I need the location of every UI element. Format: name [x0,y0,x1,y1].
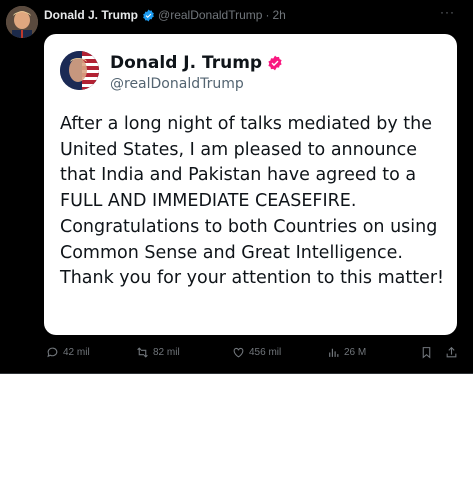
quoted-card[interactable]: Donald J. Trump @realDonaldTrump After a… [44,34,457,335]
reply-icon [47,347,58,358]
verified-icon [142,9,155,22]
like-button[interactable]: 456 mil [232,346,281,359]
views-button[interactable]: 26 M [327,346,366,359]
verified-icon [267,55,283,71]
retweet-count: 82 mil [153,347,180,358]
views-count: 26 M [344,347,367,358]
retweet-button[interactable]: 82 mil [136,346,180,359]
card-author-handle: @realDonaldTrump [110,76,244,92]
reply-button[interactable]: 42 mil [46,346,90,359]
bookmark-icon [422,347,431,359]
tweet[interactable]: Donald J. Trump @realDonaldTrump · 2h ··… [0,0,473,374]
card-author-name: Donald J. Trump [110,53,263,73]
retweet-icon [137,347,148,358]
separator-dot: · [265,8,270,22]
card-text: After a long night of talks mediated by … [60,114,445,289]
more-icon[interactable]: ··· [440,5,455,19]
author-name[interactable]: Donald J. Trump [44,8,138,22]
views-icon [329,348,339,357]
reply-count: 42 mil [63,347,90,358]
author-handle[interactable]: @realDonaldTrump [158,8,262,22]
post-time[interactable]: 2h [272,8,285,22]
bookmark-button[interactable] [420,346,437,359]
action-bar: 42 mil 82 mil 456 mil 26 M [0,346,473,362]
share-icon [446,346,457,358]
like-count: 456 mil [249,347,282,358]
like-icon [233,347,244,358]
share-button[interactable] [445,346,462,359]
avatar[interactable] [6,6,38,38]
card-avatar [60,51,99,90]
